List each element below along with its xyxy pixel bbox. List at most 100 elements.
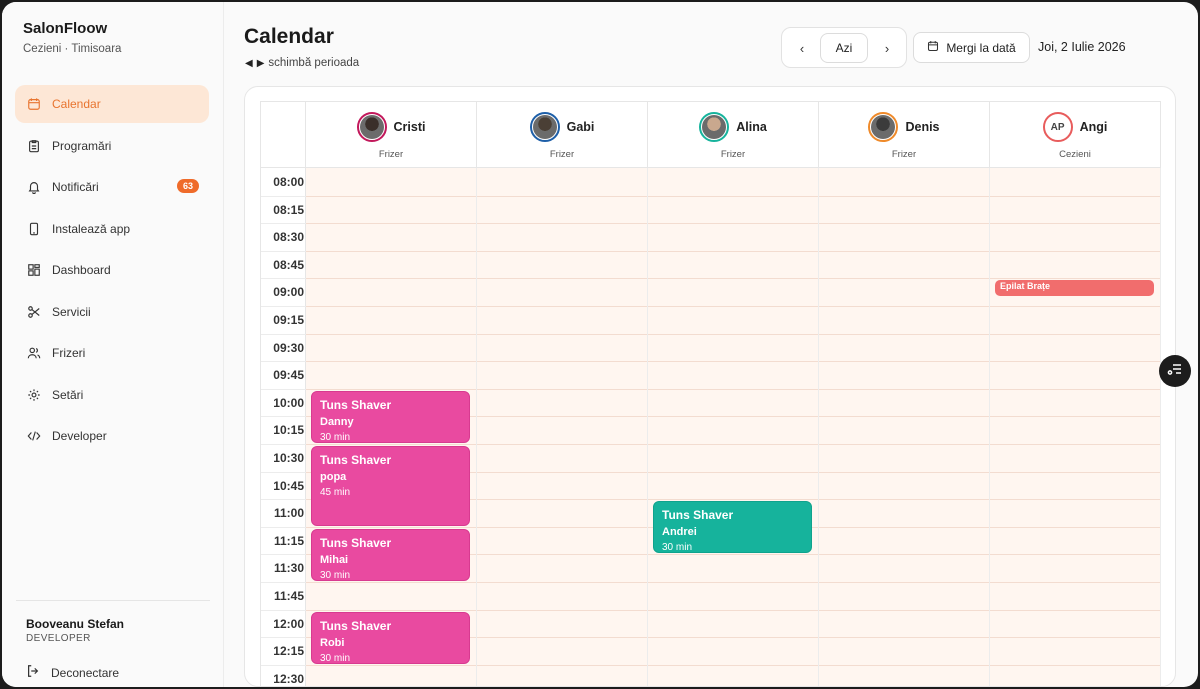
slot-divider [819, 361, 989, 363]
appointment-card[interactable]: Tuns Shaver Danny 30 min [311, 390, 470, 443]
phone-icon [27, 222, 41, 236]
appointment-card[interactable]: Epilat Brațe [995, 280, 1154, 297]
staff-day-column[interactable] [648, 168, 819, 686]
staff-column-header[interactable]: Cristi Frizer [306, 101, 477, 168]
slot-divider [990, 306, 1160, 307]
slot-divider [990, 471, 1160, 473]
user-role: DEVELOPER [26, 633, 91, 644]
slot-divider [648, 306, 818, 307]
slot-divider [477, 306, 647, 307]
slot-divider [477, 444, 647, 445]
slot-divider [477, 388, 647, 390]
slot-divider [990, 664, 1160, 666]
appointment-service: Tuns Shaver [320, 618, 392, 633]
floating-action-button[interactable] [1159, 355, 1191, 387]
sidebar-item-dashboard[interactable]: Dashboard [15, 251, 209, 289]
slot-divider [648, 361, 818, 363]
appointment-card[interactable]: Tuns Shaver popa 45 min [311, 446, 470, 526]
sidebar-item-programari[interactable]: Programări [15, 127, 209, 165]
slot-divider [306, 361, 476, 363]
slot-divider [819, 195, 989, 197]
slot-divider [306, 223, 476, 225]
time-label: 09:00 [273, 285, 304, 300]
grid-icon [27, 263, 41, 277]
slot-divider [477, 361, 647, 363]
time-divider [261, 223, 306, 225]
appointment-duration: 30 min [320, 569, 351, 581]
staff-day-column[interactable] [990, 168, 1161, 686]
slot-divider [306, 250, 476, 252]
time-label: 08:45 [273, 257, 304, 272]
slot-divider [819, 554, 989, 556]
avatar [868, 112, 899, 142]
slot-divider [990, 554, 1160, 556]
staff-column-header[interactable]: AP Angi Cezieni [990, 101, 1161, 168]
appointment-duration: 45 min [320, 487, 351, 498]
avatar [529, 112, 560, 142]
slot-divider [819, 223, 989, 225]
sidebar-item-calendar[interactable]: Calendar [15, 85, 209, 123]
slot-divider [819, 499, 989, 501]
appointment-card[interactable]: Tuns Shaver Andrei 30 min [653, 501, 812, 554]
staff-day-column[interactable] [477, 168, 648, 686]
staff-column-header[interactable]: Gabi Frizer [477, 101, 648, 168]
sidebar-item-servicii[interactable]: Servicii [15, 293, 209, 331]
sidebar-item-instaleaza-app[interactable]: Instalează app [15, 210, 209, 248]
appointment-service: Tuns Shaver [662, 508, 734, 523]
slot-divider [306, 195, 476, 197]
slot-divider [819, 278, 989, 280]
today-button[interactable]: Azi [820, 33, 868, 63]
time-divider [261, 444, 306, 445]
time-label: 10:00 [273, 395, 304, 410]
slot-divider [648, 250, 818, 252]
date-navigation: ‹ Azi › [781, 27, 907, 68]
slot-divider [990, 278, 1160, 280]
sidebar-item-frizeri[interactable]: Frizeri [15, 334, 209, 372]
staff-column-header[interactable]: Denis Frizer [819, 101, 990, 168]
time-label: 09:30 [273, 340, 304, 355]
appointment-client: Danny [320, 415, 354, 428]
time-label: 08:30 [273, 230, 304, 245]
slot-divider [477, 278, 647, 280]
staff-role: Frizer [891, 149, 917, 160]
slot-divider [306, 664, 476, 666]
appointment-card[interactable]: Tuns Shaver Robi 30 min [311, 611, 470, 664]
slot-divider [990, 582, 1160, 583]
slot-divider [990, 526, 1160, 528]
sidebar-item-setari[interactable]: Setări [15, 376, 209, 414]
time-label: 10:15 [273, 423, 304, 438]
slot-divider [819, 582, 989, 583]
time-column: 08:00 08:15 08:30 08:45 09:00 09:15 09:30 09:45… [261, 101, 306, 686]
slot-divider [648, 499, 818, 501]
appointment-card[interactable]: Tuns Shaver Mihai 30 min [311, 528, 470, 581]
staff-column-header[interactable]: Alina Frizer [648, 101, 819, 168]
logout-button[interactable]: Deconectare [26, 664, 119, 681]
slot-divider [477, 195, 647, 197]
chevron-left-icon: ‹ [799, 40, 805, 56]
time-label: 08:00 [273, 175, 304, 189]
appointment-client: Robi [320, 636, 345, 649]
logout-icon [26, 664, 51, 681]
next-day-button[interactable]: › [877, 38, 897, 58]
slot-divider [306, 444, 476, 445]
clipboard-icon [27, 139, 41, 153]
slot-divider [306, 609, 476, 611]
sidebar-item-notificari[interactable]: Notificări 63 [15, 168, 209, 206]
slot-divider [819, 664, 989, 666]
sidebar-item-developer[interactable]: Developer [15, 417, 209, 455]
appointment-client: Mihai [320, 553, 349, 566]
slot-divider [648, 444, 818, 445]
staff-name: Angi [1079, 120, 1108, 134]
staff-day-column[interactable] [819, 168, 990, 686]
prev-day-button[interactable]: ‹ [792, 38, 812, 58]
go-to-date-button[interactable]: Mergi la dată [913, 32, 1030, 63]
time-label: 12:30 [273, 671, 304, 686]
time-label: 09:45 [273, 368, 304, 383]
period-hint-label: schimbă perioada [268, 57, 360, 69]
slot-divider [990, 444, 1160, 445]
staff-name: Gabi [566, 120, 595, 134]
appointment-service: Tuns Shaver [320, 397, 392, 412]
slot-divider [477, 333, 647, 335]
appointment-client: Andrei [662, 526, 697, 539]
app-window: SalonFloow Cezieni · Timisoara Calendar P… [2, 2, 1198, 687]
